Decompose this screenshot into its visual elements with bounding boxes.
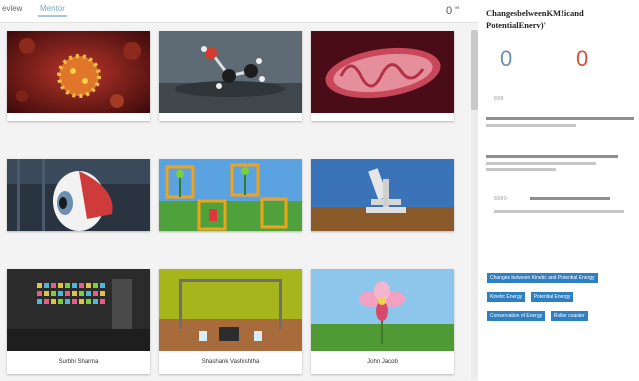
plants-icon	[159, 159, 302, 231]
text-line	[530, 197, 610, 200]
text-line	[486, 124, 576, 127]
tile-lab-bench[interactable]: Shashank Vashishtha	[159, 269, 302, 374]
tile-microscope[interactable]	[311, 159, 454, 231]
detail-panel: ChangesbelweenKM!icand PotentialEnerv)' …	[480, 0, 639, 381]
tab-bar: eview Mentor 0 "	[0, 0, 478, 23]
tile-periodic-table[interactable]: Surbhi Sharma	[7, 269, 150, 374]
tag-potential[interactable]: Potential Energy	[530, 292, 574, 302]
virus-icon	[7, 31, 150, 113]
microscope-icon	[311, 159, 454, 231]
lab-bench-icon	[159, 269, 302, 351]
text-line	[486, 155, 618, 158]
potential-score: 0	[576, 46, 589, 71]
panel-title: ChangesbelweenKM!icand PotentialEnerv)'	[486, 8, 584, 30]
tile-caption: John Jacob	[367, 359, 398, 365]
mitochondria-icon	[311, 31, 454, 113]
content-grid: eview Mentor 0 " Surbhi Sharma Shashank …	[0, 0, 478, 381]
tab-review[interactable]: eview	[2, 4, 22, 13]
tile-eye[interactable]	[7, 159, 150, 231]
tab-mentor[interactable]: Mentor	[38, 4, 67, 17]
eye-icon	[7, 159, 150, 231]
tile-caption: Shashank Vashishtha	[201, 359, 260, 365]
periodic-table-icon	[7, 269, 150, 351]
scrollbar[interactable]	[471, 30, 478, 380]
tag-changes[interactable]: Changes between Kinetic and Potential En…	[487, 273, 598, 283]
tag-list: Changes between Kinetic and Potential En…	[487, 266, 627, 323]
tag-conservation[interactable]: Conservation of Energy	[487, 311, 546, 321]
text-line	[494, 210, 624, 213]
tab-count: 0 "	[446, 5, 460, 17]
tag-roller-coaster[interactable]: Roller coaster	[550, 311, 588, 321]
tile-plants[interactable]	[159, 159, 302, 231]
text-line	[486, 162, 596, 165]
tile-molecule[interactable]	[159, 31, 302, 121]
tile-virus[interactable]	[7, 31, 150, 121]
tile-caption	[311, 105, 454, 121]
faint-text: 888	[494, 96, 504, 102]
molecule-icon	[159, 31, 302, 113]
tile-flower[interactable]: John Jacob	[311, 269, 454, 374]
scrollbar-thumb[interactable]	[471, 30, 478, 110]
tile-caption: Surbhi Sharma	[58, 359, 99, 365]
tag-kinetic[interactable]: Kinetic Energy	[487, 292, 526, 302]
flower-icon	[311, 269, 454, 351]
tile-caption	[159, 105, 302, 121]
tile-mitochondria[interactable]	[311, 31, 454, 121]
text-line	[486, 168, 556, 171]
faint-text: 8880	[494, 196, 508, 202]
text-line	[486, 117, 634, 120]
tile-caption	[7, 105, 150, 121]
kinetic-score: 0	[500, 46, 513, 71]
